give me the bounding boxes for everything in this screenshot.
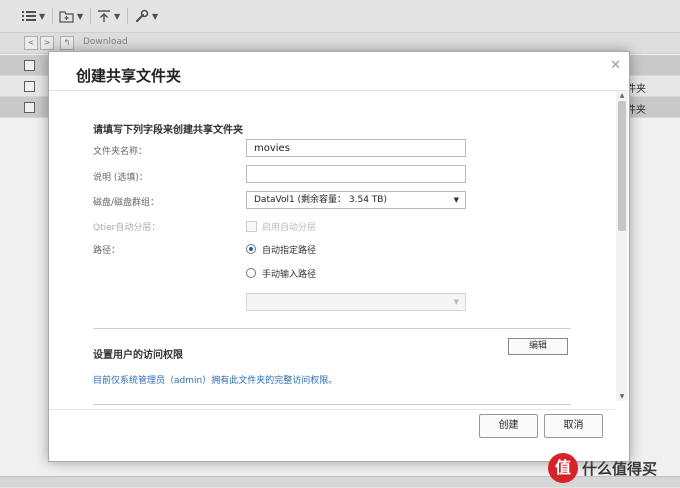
- qtier-checkbox[interactable]: [246, 221, 257, 232]
- watermark-text: 什么值得买: [582, 459, 658, 478]
- fields-section-title: 请填写下列字段来创建共享文件夹: [93, 125, 243, 136]
- footer-divider: [49, 409, 615, 410]
- cancel-button[interactable]: 取消: [544, 414, 603, 438]
- scroll-down-icon[interactable]: ▼: [616, 393, 628, 400]
- volume-select[interactable]: DataVol1 (剩余容量： 3.54 TB) ▼: [246, 191, 466, 209]
- scroll-up-icon[interactable]: ▲: [616, 92, 628, 99]
- dialog-title: 创建共享文件夹: [76, 67, 182, 85]
- manual-path-label: 手动输入路径: [262, 270, 317, 280]
- path-label: 路径：: [93, 246, 121, 256]
- create-shared-folder-dialog: 创建共享文件夹 ✕ 请填写下列字段来创建共享文件夹 文件夹名称： movies …: [48, 51, 630, 462]
- permissions-section-title: 设置用户的访问权限: [93, 350, 183, 361]
- watermark: 值 什么值得买: [548, 453, 657, 483]
- description-input[interactable]: [246, 165, 466, 183]
- edit-permissions-button[interactable]: 编辑: [508, 338, 568, 355]
- create-button[interactable]: 创建: [479, 414, 538, 438]
- scrollbar-thumb[interactable]: [618, 101, 626, 231]
- dropdown-arrow-icon: ▼: [453, 196, 459, 204]
- dialog-content: 请填写下列字段来创建共享文件夹 文件夹名称： movies 说明 (选填)： 磁…: [49, 91, 615, 409]
- watermark-badge: 值: [548, 453, 578, 483]
- description-label: 说明 (选填)：: [93, 173, 148, 183]
- dialog-scrollbar[interactable]: ▲ ▼: [616, 91, 628, 401]
- auto-path-label: 自动指定路径: [262, 246, 317, 256]
- folder-name-label: 文件夹名称：: [93, 147, 148, 157]
- dropdown-arrow-icon: ▼: [453, 298, 459, 306]
- qtier-checkbox-label: 启用自动分层: [262, 223, 317, 233]
- volume-select-value: DataVol1 (剩余容量： 3.54 TB): [254, 195, 387, 205]
- qtier-label: Qtier自动分层：: [93, 223, 161, 233]
- manual-path-select[interactable]: ▼: [246, 293, 466, 311]
- volume-label: 磁盘/磁盘群组：: [93, 198, 160, 208]
- auto-path-radio[interactable]: [246, 244, 256, 254]
- permissions-note: 目前仅系统管理员（admin）拥有此文件夹的完整访问权限。: [93, 376, 338, 386]
- section-divider: [93, 328, 571, 329]
- folder-name-input[interactable]: movies: [246, 139, 466, 157]
- section-divider: [93, 404, 571, 405]
- manual-path-radio[interactable]: [246, 268, 256, 278]
- close-icon[interactable]: ✕: [610, 58, 621, 73]
